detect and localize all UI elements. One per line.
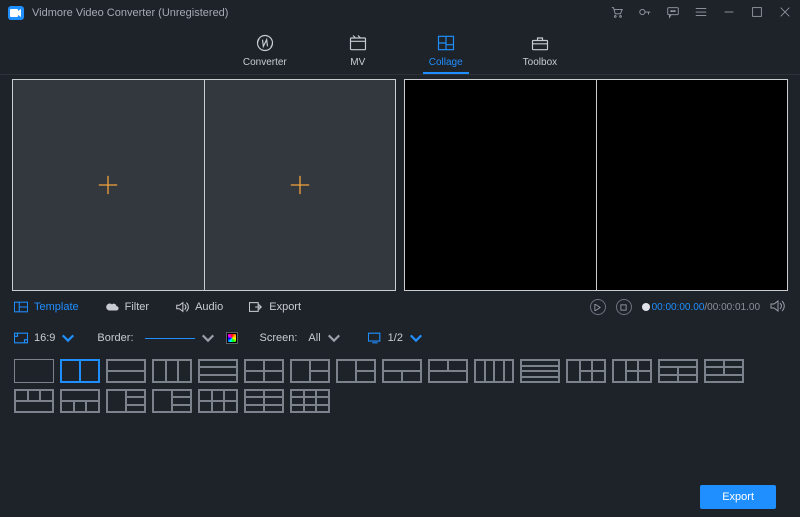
footer: Export: [0, 477, 800, 517]
template-r-split[interactable]: [336, 359, 376, 383]
template-l3r1[interactable]: [106, 389, 146, 413]
border-style-select[interactable]: [140, 330, 220, 346]
template-2x1[interactable]: [106, 359, 146, 383]
template-2x2[interactable]: [244, 359, 284, 383]
chevron-down-icon: [201, 332, 215, 344]
options-row: 16:9 Border: Screen: All 1/2: [0, 323, 800, 353]
tab-converter-label: Converter: [243, 57, 287, 68]
border-preview: [145, 338, 195, 339]
template-t-split[interactable]: [382, 359, 422, 383]
main-tabs: Converter MV Collage Toolbox: [0, 26, 800, 74]
time-current: 00:00:00.00: [652, 302, 705, 313]
template-2x3[interactable]: [198, 389, 238, 413]
edit-cell-2[interactable]: [205, 80, 396, 290]
chevron-down-icon: [327, 332, 341, 344]
subtab-audio[interactable]: Audio: [175, 301, 223, 313]
subtab-export[interactable]: Export: [249, 301, 301, 313]
feedback-icon[interactable]: [666, 5, 680, 22]
workspace: [0, 75, 800, 291]
tab-toolbox[interactable]: Toolbox: [517, 29, 563, 72]
template-t3b1[interactable]: [14, 389, 54, 413]
template-l1r3[interactable]: [152, 389, 192, 413]
subtab-export-label: Export: [269, 301, 301, 313]
preview-cell-2: [597, 80, 788, 290]
subtab-template[interactable]: Template: [14, 301, 79, 313]
border-option: Border:: [97, 330, 237, 346]
progress-thumb[interactable]: [642, 303, 650, 311]
aspect-ratio-select[interactable]: 16:9: [14, 332, 75, 344]
template-1x4[interactable]: [474, 359, 514, 383]
template-1x1[interactable]: [14, 359, 54, 383]
template-b-split[interactable]: [428, 359, 468, 383]
cart-icon[interactable]: [610, 5, 624, 22]
template-3x3[interactable]: [290, 389, 330, 413]
template-4x1[interactable]: [520, 359, 560, 383]
subtab-template-label: Template: [34, 301, 79, 313]
time-total: 00:00:01.00: [707, 302, 760, 313]
chevron-down-icon: [61, 332, 75, 344]
subtab-filter-label: Filter: [125, 301, 149, 313]
pager[interactable]: 1/2: [368, 332, 423, 344]
screen-select[interactable]: All: [303, 330, 345, 346]
add-media-icon: [97, 174, 119, 196]
add-media-icon: [289, 174, 311, 196]
key-icon[interactable]: [638, 5, 652, 22]
title-bar: Vidmore Video Converter (Unregistered): [0, 0, 800, 26]
template-l1r2x2[interactable]: [566, 359, 606, 383]
template-l-split[interactable]: [290, 359, 330, 383]
tab-mv[interactable]: MV: [341, 29, 375, 72]
subtab-audio-label: Audio: [195, 301, 223, 313]
template-1x2[interactable]: [60, 359, 100, 383]
volume-icon[interactable]: [770, 299, 786, 316]
template-3x1[interactable]: [198, 359, 238, 383]
template-r1l2x2[interactable]: [612, 359, 652, 383]
tab-collage-label: Collage: [429, 57, 463, 68]
template-gallery: [0, 353, 800, 413]
screen-value: All: [308, 332, 320, 344]
template-3x2[interactable]: [244, 389, 284, 413]
window-title: Vidmore Video Converter (Unregistered): [32, 7, 228, 19]
tab-collage[interactable]: Collage: [423, 29, 469, 72]
stop-button[interactable]: [616, 299, 632, 315]
app-logo: [8, 6, 24, 20]
template-t1b2x2[interactable]: [658, 359, 698, 383]
sub-toolbar: Template Filter Audio Export 00:00:00.00…: [0, 295, 800, 319]
edit-cell-1[interactable]: [13, 80, 204, 290]
screen-option: Screen: All: [260, 330, 346, 346]
tab-mv-label: MV: [350, 57, 365, 68]
maximize-icon[interactable]: [750, 5, 764, 22]
time-display: 00:00:00.00/00:00:01.00: [652, 302, 760, 313]
tab-toolbox-label: Toolbox: [523, 57, 557, 68]
close-icon[interactable]: [778, 5, 792, 22]
chevron-down-icon: [409, 332, 423, 344]
tab-converter[interactable]: Converter: [237, 29, 293, 72]
border-label: Border:: [97, 332, 133, 344]
template-b1t2x2[interactable]: [704, 359, 744, 383]
export-button[interactable]: Export: [700, 485, 776, 509]
menu-icon[interactable]: [694, 5, 708, 22]
preview-cell-1: [405, 80, 596, 290]
pager-value: 1/2: [388, 332, 403, 344]
minimize-icon[interactable]: [722, 5, 736, 22]
screen-label: Screen:: [260, 332, 298, 344]
subtab-filter[interactable]: Filter: [105, 301, 149, 313]
template-1x3[interactable]: [152, 359, 192, 383]
play-button[interactable]: [590, 299, 606, 315]
template-t1b3[interactable]: [60, 389, 100, 413]
preview-panel: [404, 79, 788, 291]
border-color-picker[interactable]: [226, 332, 238, 344]
edit-panel: [12, 79, 396, 291]
aspect-ratio-value: 16:9: [34, 332, 55, 344]
